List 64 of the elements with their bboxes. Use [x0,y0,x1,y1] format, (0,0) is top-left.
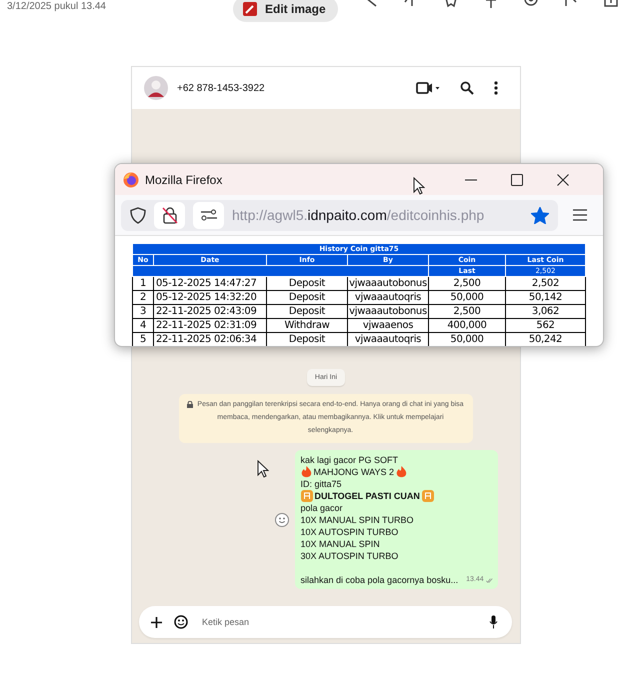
microphone-icon[interactable] [489,615,498,629]
close-icon[interactable] [557,174,569,186]
timestamp-text: 3/12/2025 pukul 13.44 [7,1,107,12]
shield-icon[interactable] [130,206,146,224]
edit-icon [243,2,257,16]
menu-icon[interactable] [573,209,587,221]
menu-icon[interactable] [494,81,498,95]
cursor-icon [257,460,269,478]
table-cell: vjwaaautobonus [348,304,428,318]
table-cell: Deposit [266,290,348,304]
table-cell: vjwaaautobonus [348,276,428,290]
browser-logo-icon [123,172,139,188]
table-cell: 22-11-2025 02:06:34 [154,332,266,346]
message-line: 10X MANUAL SPIN [300,538,380,550]
table-cell: 22-11-2025 02:43:09 [154,304,266,318]
table-cell: 2,500 [428,304,506,318]
table-cell: vjwaaautoqris [348,290,428,304]
smiley-icon[interactable] [274,512,288,526]
sticker-icon[interactable] [174,615,188,629]
table-cell: 5 [132,332,154,346]
table-cell: Withdraw [266,318,348,332]
lock-icon [187,401,193,408]
table-cell: 50,142 [506,290,586,304]
bookmark-star-icon[interactable] [531,206,549,224]
message-line: 30X AUTOSPIN TURBO [300,550,398,562]
table-cell: 05-12-2025 14:32:20 [154,290,266,304]
message-line: kak lagi gacor PG SOFT [300,454,398,466]
message-line: MAHJONG WAYS 2 [314,466,394,478]
plus-icon[interactable] [151,616,162,628]
message-line: pola gacor [300,502,343,514]
table-cell: 3,062 [506,304,586,318]
maximize-icon[interactable] [511,174,523,186]
table-cell: Deposit [266,276,348,290]
table-cell: 400,000 [428,318,506,332]
permissions-button[interactable] [193,202,224,228]
table-cell: 562 [506,318,586,332]
message-line: ID: gitta75 [300,478,342,490]
table-cell: 3 [132,304,154,318]
message-line: 10X MANUAL SPIN TURBO [300,514,414,526]
message-input-bar[interactable]: Ketik pesan [139,606,512,638]
table-cell: 05-12-2025 14:47:27 [154,276,266,290]
address-bar[interactable]: http://agwl5.idnpaito.com/editcoinhis.php [121,200,558,230]
sliders-icon [200,209,216,221]
contact-name[interactable]: +62 878-1453-3922 [177,82,416,94]
search-icon[interactable] [460,81,474,95]
edit-image-button[interactable]: Edit image [233,0,338,22]
table-cell: 22-11-2025 02:31:09 [154,318,266,332]
table-cell: 50,000 [428,290,506,304]
window-title: Mozilla Firefox [145,172,222,186]
message-line: DULTOGEL PASTI CUAN [314,490,420,502]
table-cell: 2 [132,290,154,304]
table-cell: vjwaaenos [348,318,428,332]
table-cell: Deposit [266,304,348,318]
table-cell: 2,500 [428,276,506,290]
avatar-icon[interactable] [144,76,168,100]
crossed-lock-icon [162,206,178,224]
video-call-icon[interactable] [416,81,440,95]
table-cell: 2,502 [506,276,586,290]
message-input[interactable]: Ketik pesan [200,616,477,628]
table-cell: 4 [132,318,154,332]
table-cell: 1 [132,276,154,290]
message-line: 10X AUTOSPIN TURBO [300,526,398,538]
message-line: silahkan di coba pola gacornya bosku... [300,574,458,586]
insecure-lock-button[interactable] [154,202,185,228]
